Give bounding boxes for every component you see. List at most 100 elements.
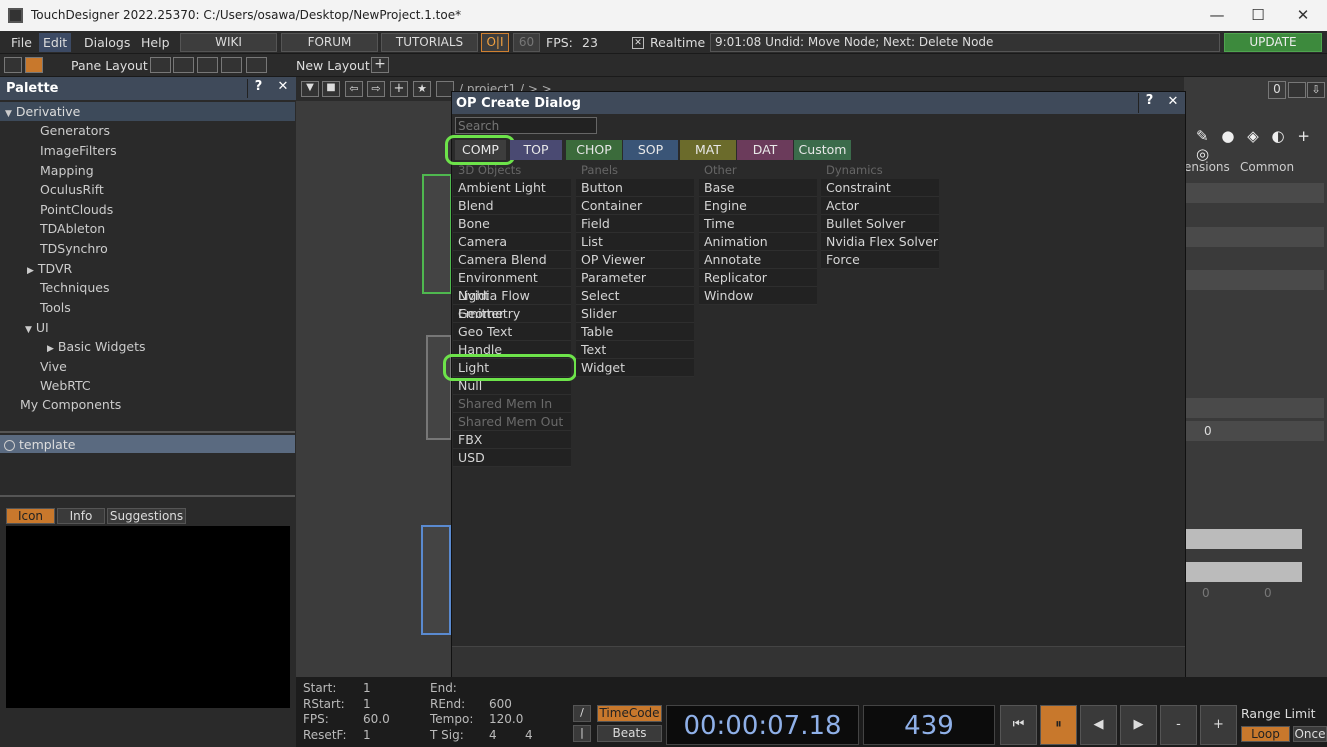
tab-info[interactable]: Info <box>57 508 105 524</box>
realtime-checkbox[interactable]: ✕ <box>632 37 644 49</box>
layout-split-h-icon[interactable] <box>197 57 218 73</box>
op-base[interactable]: Base <box>699 179 817 197</box>
menu-dialogs[interactable]: Dialogs <box>84 35 130 50</box>
node[interactable] <box>426 335 452 440</box>
op-camera[interactable]: Camera <box>453 233 571 251</box>
timecode-button[interactable]: TimeCode <box>597 705 662 722</box>
palette-item-mapping[interactable]: Mapping <box>0 161 295 180</box>
minimize-icon[interactable]: — <box>1197 4 1237 26</box>
tab-dat[interactable]: DAT <box>737 140 793 160</box>
palette-template-row[interactable]: template <box>0 435 295 453</box>
palette-item-webrtc[interactable]: WebRTC <box>0 376 295 395</box>
op-blend[interactable]: Blend <box>453 197 571 215</box>
timecode-display[interactable]: 00:00:07.18 <box>666 705 859 745</box>
back-icon[interactable]: ⇦ <box>345 81 363 97</box>
update-button[interactable]: UPDATE <box>1224 33 1322 52</box>
palette-item-tools[interactable]: Tools <box>0 298 295 317</box>
op-field[interactable]: Field <box>576 215 694 233</box>
node-current[interactable] <box>421 525 451 635</box>
op-select[interactable]: Select <box>576 287 694 305</box>
tsig-value-a[interactable]: 4 <box>489 728 497 742</box>
rstart-value[interactable]: 1 <box>363 697 371 711</box>
fps-cap[interactable]: 60 <box>513 33 540 52</box>
op-bone[interactable]: Bone <box>453 215 571 233</box>
search-input[interactable] <box>455 117 597 134</box>
op-op-viewer[interactable]: OP Viewer <box>576 251 694 269</box>
plus-icon[interactable]: + <box>1200 705 1237 745</box>
tab-icon[interactable]: Icon <box>6 508 55 524</box>
tsig-value-b[interactable]: 4 <box>525 728 533 742</box>
expand-down-icon[interactable]: ▼ <box>25 325 32 335</box>
palette-item-tdvr[interactable]: ▶ TDVR <box>0 259 295 278</box>
tempo-value[interactable]: 120.0 <box>489 712 523 726</box>
beats-button[interactable]: Beats <box>597 725 662 742</box>
tab-sop[interactable]: SOP <box>623 140 678 160</box>
op-fbx[interactable]: FBX <box>453 431 571 449</box>
star-icon[interactable]: ★ <box>413 81 431 97</box>
step-forward-icon[interactable]: ▶ <box>1120 705 1157 745</box>
op-nvidia-flex-solver[interactable]: Nvidia Flex Solver <box>821 233 939 251</box>
palette-item-tdsynchro[interactable]: TDSynchro <box>0 239 295 258</box>
op-table[interactable]: Table <box>576 323 694 341</box>
step-back-icon[interactable]: ◀ <box>1080 705 1117 745</box>
op-nvidia-flow-emitter[interactable]: Nvidia Flow Emitter <box>453 287 571 321</box>
zero-button[interactable]: 0 <box>1268 81 1286 99</box>
palette-item-generators[interactable]: Generators <box>0 121 295 140</box>
layout-quad-icon[interactable] <box>246 57 267 73</box>
param-dropdown[interactable] <box>1184 227 1324 247</box>
param-color-bar[interactable] <box>1184 529 1302 549</box>
wiki-button[interactable]: WIKI <box>180 33 277 52</box>
bar-toggle[interactable]: | <box>573 725 591 742</box>
menu-help[interactable]: Help <box>141 35 170 50</box>
op-geo-text[interactable]: Geo Text <box>453 323 571 341</box>
palette-item-my-components[interactable]: My Components <box>0 395 295 414</box>
close-icon[interactable]: ✕ <box>1283 4 1323 26</box>
help-icon[interactable]: ? <box>1138 93 1160 113</box>
op-environment-light[interactable]: Environment Light <box>453 269 571 303</box>
rewind-icon[interactable]: ⏮ <box>1000 705 1037 745</box>
op-actor[interactable]: Actor <box>821 197 939 215</box>
palette-close-icon[interactable]: ✕ <box>272 79 294 94</box>
perform-icon[interactable] <box>25 57 43 73</box>
help-icon[interactable]: ? <box>247 79 269 98</box>
resetf-value[interactable]: 1 <box>363 728 371 742</box>
op-time[interactable]: Time <box>699 215 817 233</box>
oi-toggle[interactable]: O|I <box>481 33 509 52</box>
op-parameter[interactable]: Parameter <box>576 269 694 287</box>
op-replicator[interactable]: Replicator <box>699 269 817 287</box>
rend-value[interactable]: 600 <box>489 697 512 711</box>
slash-toggle[interactable]: / <box>573 705 591 722</box>
op-engine[interactable]: Engine <box>699 197 817 215</box>
param-dropdown[interactable] <box>1184 183 1324 203</box>
maximize-icon[interactable]: ☐ <box>1238 4 1278 26</box>
op-usd[interactable]: USD <box>453 449 571 467</box>
param-dropdown[interactable] <box>1184 270 1324 290</box>
param-tab-common[interactable]: Common <box>1240 160 1294 174</box>
op-text[interactable]: Text <box>576 341 694 359</box>
menu-file[interactable]: File <box>11 35 32 50</box>
op-window[interactable]: Window <box>699 287 817 305</box>
forum-button[interactable]: FORUM <box>281 33 378 52</box>
palette-item-basic-widgets[interactable]: ▶ Basic Widgets <box>0 337 295 356</box>
chevron-down-icon[interactable]: ▼ <box>301 81 319 97</box>
op-ambient-light[interactable]: Ambient Light <box>453 179 571 197</box>
layout-triple-icon[interactable] <box>221 57 242 73</box>
param-value-field[interactable]: 0 <box>1184 421 1324 441</box>
op-container[interactable]: Container <box>576 197 694 215</box>
op-slider[interactable]: Slider <box>576 305 694 323</box>
once-button[interactable]: Once <box>1293 726 1327 742</box>
op-widget[interactable]: Widget <box>576 359 694 377</box>
layout-single-icon[interactable] <box>150 57 171 73</box>
param-tab-dimensions[interactable]: ensions <box>1184 160 1230 174</box>
op-bullet-solver[interactable]: Bullet Solver <box>821 215 939 233</box>
op-shared-mem-out[interactable]: Shared Mem Out <box>453 413 571 431</box>
dialog-close-icon[interactable]: ✕ <box>1163 94 1183 109</box>
tab-custom[interactable]: Custom <box>794 140 851 160</box>
menu-edit[interactable]: Edit <box>39 33 72 52</box>
op-animation[interactable]: Animation <box>699 233 817 251</box>
palette-item-techniques[interactable]: Techniques <box>0 278 295 297</box>
op-geometry[interactable]: Geometry <box>453 305 571 323</box>
frame-display[interactable]: 439 <box>863 705 995 745</box>
palette-item-oculusrift[interactable]: OculusRift <box>0 180 295 199</box>
download-icon[interactable]: ⇩ <box>1307 82 1325 98</box>
